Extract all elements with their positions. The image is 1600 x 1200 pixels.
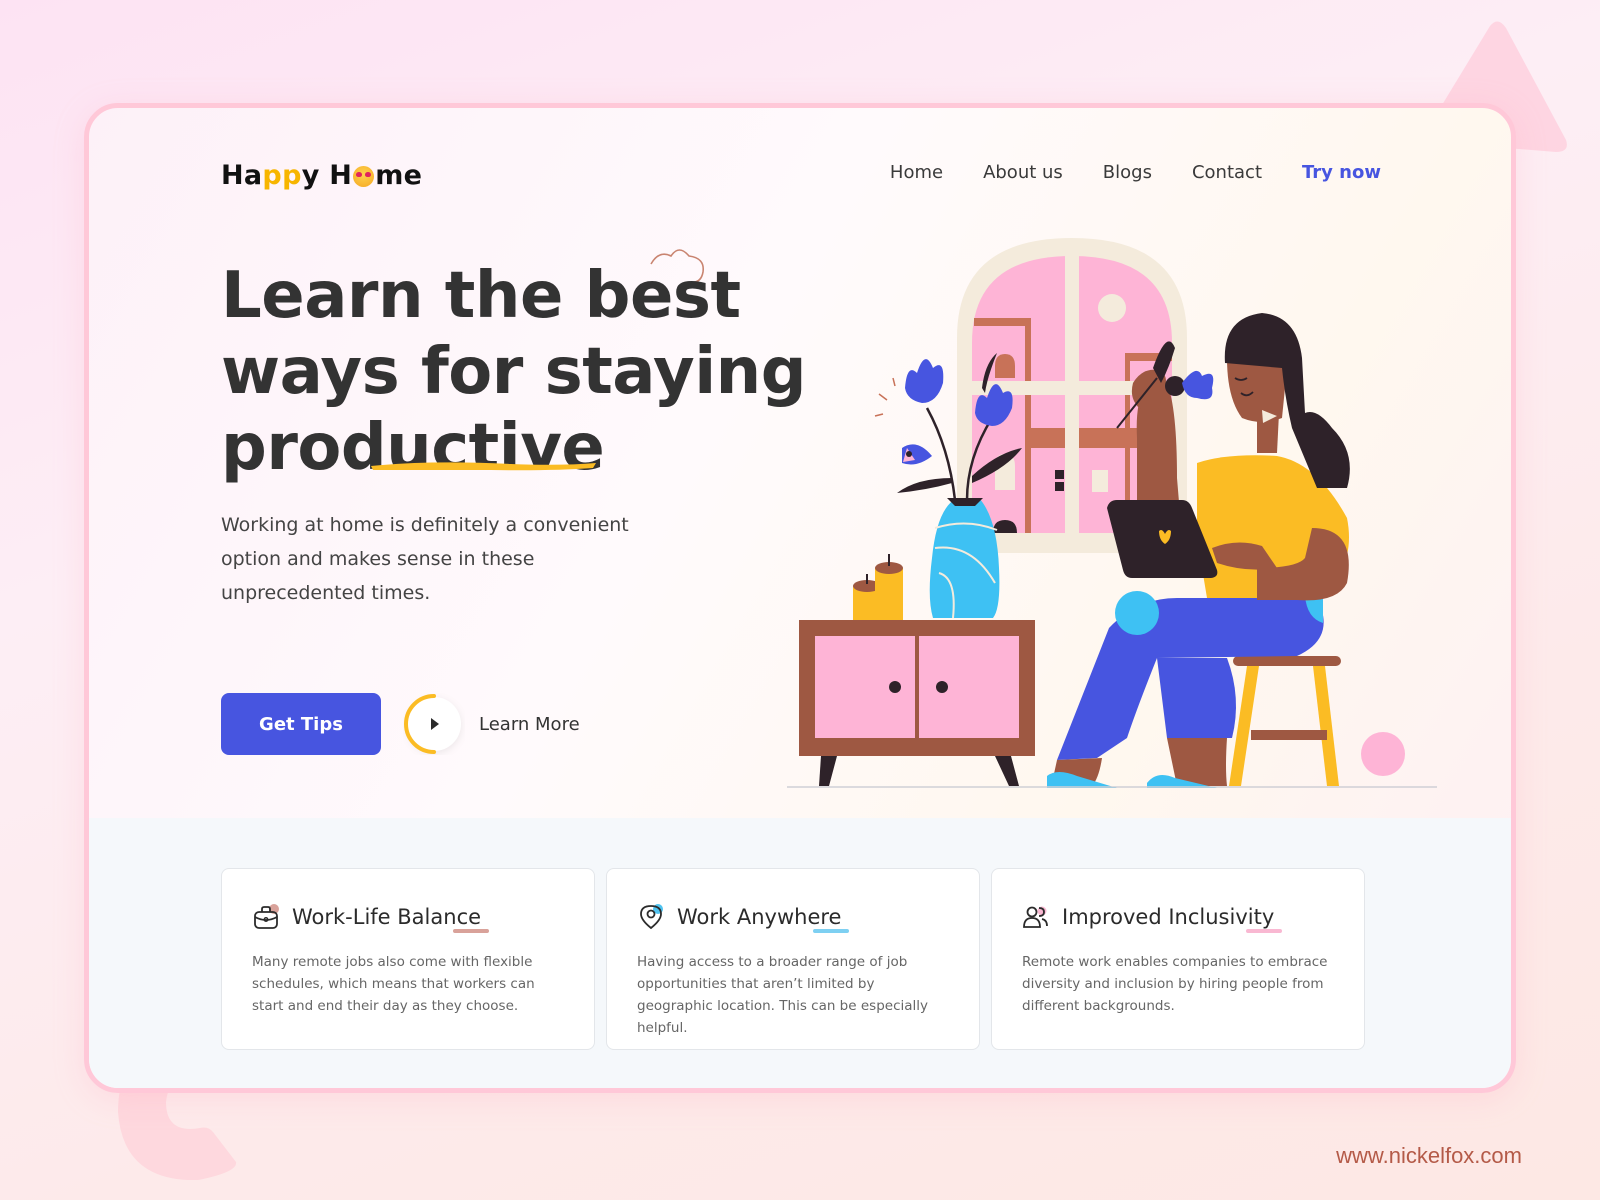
woman-working-illustration <box>787 238 1437 788</box>
nav-contact[interactable]: Contact <box>1192 162 1262 183</box>
cabinet <box>799 620 1035 786</box>
nav-home[interactable]: Home <box>890 162 943 183</box>
watermark-url: www.nickelfox.com <box>1336 1143 1522 1168</box>
headline-line: productive <box>221 411 605 485</box>
logo-text: p <box>282 160 302 191</box>
brush-underline <box>371 462 596 471</box>
users-icon <box>1023 906 1048 928</box>
learn-more-label: Learn More <box>479 713 580 735</box>
title-accent <box>453 929 490 933</box>
hero-section: Ha p p y Hme Home About us Blogs Contact Tr… <box>89 108 1511 818</box>
nav-about-us[interactable]: About us <box>983 162 1063 183</box>
feature-title: Work Anywhere <box>677 905 842 929</box>
feature-description: Many remote jobs also come with flexible… <box>252 954 535 1014</box>
feature-description: Having access to a broader range of job … <box>637 954 929 1036</box>
logo-text: me <box>375 160 423 191</box>
stool <box>1229 656 1341 786</box>
logo-text: y H <box>301 160 353 191</box>
headline-line: Learn the best <box>221 259 741 333</box>
heart-eyes-emoji-icon <box>353 166 375 187</box>
title-accent <box>1246 929 1283 933</box>
get-tips-button[interactable]: Get Tips <box>221 693 381 755</box>
play-button[interactable] <box>403 693 465 755</box>
main-nav: Home About us Blogs Contact Try now <box>890 162 1381 183</box>
hero-subtext: Working at home is definitely a convenie… <box>221 514 629 604</box>
nav-blogs[interactable]: Blogs <box>1103 162 1152 183</box>
learn-more-button[interactable]: Learn More <box>403 693 580 755</box>
features-section: Work-Life Balance Many remote jobs also … <box>89 818 1511 1088</box>
logo-text: Ha <box>221 160 263 191</box>
try-now-link[interactable]: Try now <box>1302 162 1381 183</box>
briefcase-icon <box>254 904 279 929</box>
feature-title: Improved Inclusivity <box>1062 905 1275 929</box>
play-circle-icon <box>404 694 461 754</box>
title-accent <box>813 929 850 933</box>
hero-headline: Learn the best ways for staying producti… <box>221 258 807 486</box>
landing-page-frame: Ha p p y Hme Home About us Blogs Contact Tr… <box>84 103 1516 1093</box>
pink-ball <box>1361 732 1405 776</box>
feature-card-work-anywhere: Work Anywhere Having access to a broader… <box>606 868 980 1050</box>
feature-card-improved-inclusivity: Improved Inclusivity Remote work enables… <box>991 868 1365 1050</box>
location-pin-icon <box>640 904 663 930</box>
headline-line: ways for staying <box>221 335 807 409</box>
feature-description: Remote work enables companies to embrace… <box>1022 954 1328 1014</box>
logo-text: p <box>262 160 283 191</box>
candles <box>853 554 903 620</box>
feature-card-work-life-balance: Work-Life Balance Many remote jobs also … <box>221 868 595 1050</box>
brand-logo[interactable]: Ha p p y Hme <box>221 160 422 191</box>
feature-title: Work-Life Balance <box>292 905 482 929</box>
